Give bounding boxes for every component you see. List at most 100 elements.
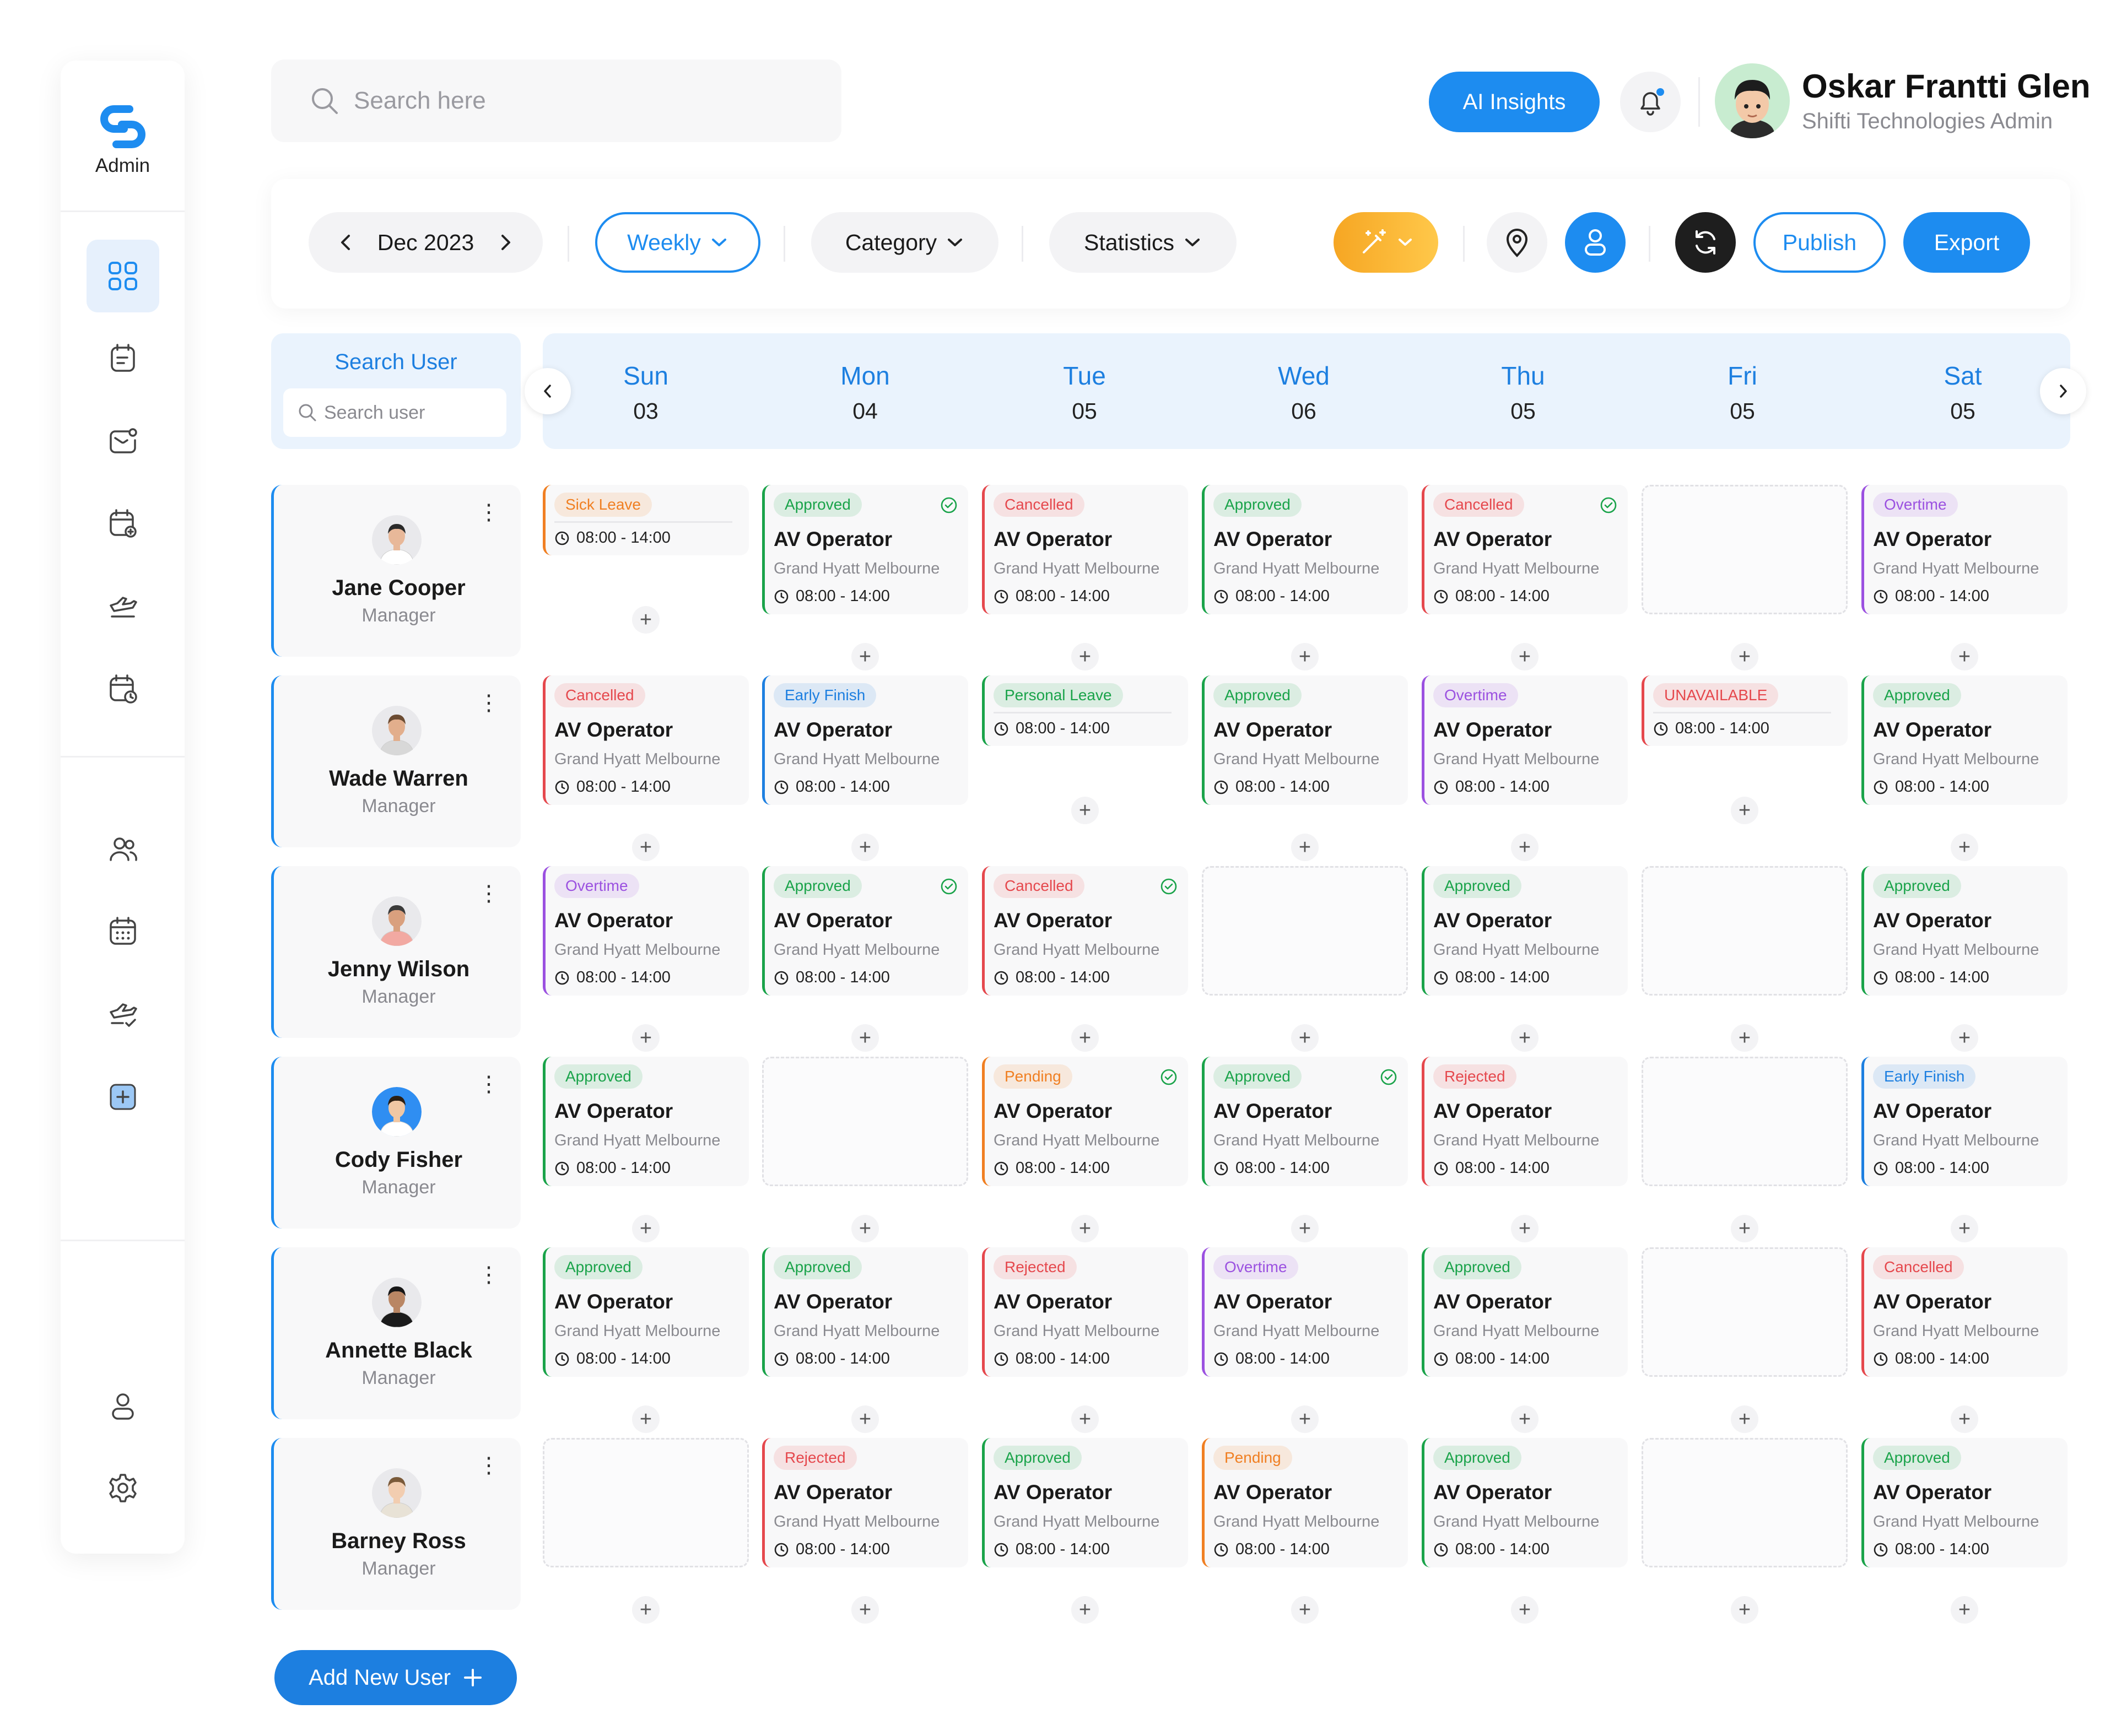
chevron-left-icon[interactable] [339, 232, 352, 252]
add-shift-button[interactable]: + [851, 1024, 879, 1052]
add-shift-button[interactable]: + [1951, 834, 1978, 861]
more-menu-icon[interactable]: ⋮ [478, 883, 500, 905]
day-header[interactable]: Fri 05 [1660, 361, 1825, 424]
sidebar-item-schedule[interactable] [87, 488, 159, 560]
prev-week-button[interactable] [525, 368, 571, 414]
sidebar-item-team[interactable] [87, 813, 159, 885]
user-card[interactable]: Barney Ross Manager ⋮ [271, 1438, 521, 1610]
brand-logo[interactable]: Admin [61, 105, 185, 177]
add-new-user-button[interactable]: Add New User [274, 1650, 517, 1705]
shift-card[interactable]: Overtime AV Operator Grand Hyatt Melbourne… [543, 866, 749, 996]
add-shift-button[interactable]: + [1071, 1405, 1099, 1433]
add-shift-button[interactable]: + [1511, 1405, 1539, 1433]
add-shift-button[interactable]: + [1291, 1405, 1319, 1433]
empty-shift-slot[interactable] [1642, 1057, 1848, 1186]
day-header[interactable]: Tue 05 [1002, 361, 1167, 424]
day-header[interactable]: Sat 05 [1880, 361, 2045, 424]
empty-shift-slot[interactable] [1642, 1247, 1848, 1377]
global-search[interactable]: Search here [271, 60, 841, 142]
add-shift-button[interactable]: + [1511, 643, 1539, 670]
sidebar-item-leave-approved[interactable] [87, 978, 159, 1051]
add-shift-button[interactable]: + [1951, 1024, 1978, 1052]
category-select[interactable]: Category [811, 212, 998, 273]
day-header[interactable]: Thu 05 [1440, 361, 1606, 424]
shift-card[interactable]: Rejected AV Operator Grand Hyatt Melbourne… [982, 1247, 1188, 1377]
sidebar-item-calendar[interactable] [87, 895, 159, 968]
sidebar-item-profile[interactable] [87, 1369, 159, 1442]
add-shift-button[interactable]: + [632, 834, 660, 861]
add-shift-button[interactable]: + [1511, 834, 1539, 861]
add-shift-button[interactable]: + [851, 643, 879, 670]
add-shift-button[interactable]: + [1511, 1596, 1539, 1624]
sidebar-item-messages[interactable] [87, 405, 159, 478]
export-button[interactable]: Export [1903, 212, 2030, 273]
shift-card[interactable]: Cancelled AV Operator Grand Hyatt Melbourn… [1861, 1247, 2068, 1377]
user-card[interactable]: Jane Cooper Manager ⋮ [271, 485, 521, 657]
sidebar-item-timesheet[interactable] [87, 653, 159, 726]
sidebar-item-leave[interactable] [87, 570, 159, 643]
shift-card[interactable]: Approved AV Operator Grand Hyatt Melbourne… [1202, 485, 1408, 614]
empty-shift-slot[interactable] [1642, 1438, 1848, 1567]
shift-card[interactable]: Approved AV Operator Grand Hyatt Melbourne… [543, 1247, 749, 1377]
add-shift-button[interactable]: + [632, 1596, 660, 1624]
shift-card[interactable]: Cancelled AV Operator Grand Hyatt Melbourn… [982, 485, 1188, 614]
month-picker[interactable]: Dec 2023 [309, 212, 543, 273]
shift-card[interactable]: Approved AV Operator Grand Hyatt Melbourne… [762, 485, 968, 614]
shift-card[interactable]: UNAVAILABLE 08:00 - 14:00 [1642, 675, 1848, 746]
add-shift-button[interactable]: + [1731, 1024, 1758, 1052]
shift-card[interactable]: Rejected AV Operator Grand Hyatt Melbourne… [762, 1438, 968, 1567]
empty-shift-slot[interactable] [1642, 485, 1848, 614]
shift-card[interactable]: Approved AV Operator Grand Hyatt Melbourne… [1861, 675, 2068, 805]
shift-card[interactable]: Overtime AV Operator Grand Hyatt Melbourne… [1422, 675, 1628, 805]
view-select[interactable]: Weekly [595, 212, 760, 273]
add-shift-button[interactable]: + [851, 1596, 879, 1624]
add-shift-button[interactable]: + [1291, 1024, 1319, 1052]
user-card[interactable]: Cody Fisher Manager ⋮ [271, 1057, 521, 1229]
add-shift-button[interactable]: + [632, 606, 660, 634]
sidebar-item-notes[interactable] [87, 322, 159, 395]
shift-card[interactable]: Approved AV Operator Grand Hyatt Melbourne… [1202, 675, 1408, 805]
ai-insights-button[interactable]: AI Insights [1429, 72, 1600, 132]
add-shift-button[interactable]: + [851, 1405, 879, 1433]
add-shift-button[interactable]: + [1291, 1596, 1319, 1624]
add-shift-button[interactable]: + [1731, 797, 1758, 824]
add-shift-button[interactable]: + [1951, 1596, 1978, 1624]
day-header[interactable]: Sun 03 [563, 361, 728, 424]
user-card[interactable]: Annette Black Manager ⋮ [271, 1247, 521, 1419]
empty-shift-slot[interactable] [543, 1438, 749, 1567]
shift-card[interactable]: Approved AV Operator Grand Hyatt Melbourne… [982, 1438, 1188, 1567]
add-shift-button[interactable]: + [1731, 643, 1758, 670]
add-shift-button[interactable]: + [1071, 643, 1099, 670]
add-shift-button[interactable]: + [851, 834, 879, 861]
statistics-select[interactable]: Statistics [1049, 212, 1237, 273]
shift-card[interactable]: Cancelled AV Operator Grand Hyatt Melbourn… [1422, 485, 1628, 614]
next-week-button[interactable] [2040, 368, 2086, 414]
shift-card[interactable]: Approved AV Operator Grand Hyatt Melbourne… [762, 1247, 968, 1377]
add-shift-button[interactable]: + [1731, 1405, 1758, 1433]
add-shift-button[interactable]: + [1511, 1215, 1539, 1242]
add-shift-button[interactable]: + [851, 1215, 879, 1242]
empty-shift-slot[interactable] [1202, 866, 1408, 996]
add-shift-button[interactable]: + [632, 1024, 660, 1052]
refresh-button[interactable] [1675, 212, 1736, 273]
more-menu-icon[interactable]: ⋮ [478, 692, 500, 714]
add-shift-button[interactable]: + [1071, 1024, 1099, 1052]
more-menu-icon[interactable]: ⋮ [478, 1454, 500, 1477]
more-menu-icon[interactable]: ⋮ [478, 1264, 500, 1286]
auto-schedule-button[interactable] [1334, 212, 1438, 273]
shift-card[interactable]: Approved AV Operator Grand Hyatt Melbourne… [1422, 866, 1628, 996]
shift-card[interactable]: Approved AV Operator Grand Hyatt Melbourne… [1422, 1247, 1628, 1377]
add-shift-button[interactable]: + [632, 1405, 660, 1433]
location-button[interactable] [1487, 212, 1547, 273]
shift-card[interactable]: Approved AV Operator Grand Hyatt Melbourne… [1422, 1438, 1628, 1567]
sidebar-item-add[interactable] [87, 1061, 159, 1133]
shift-card[interactable]: Cancelled AV Operator Grand Hyatt Melbourn… [543, 675, 749, 805]
add-shift-button[interactable]: + [1291, 834, 1319, 861]
add-shift-button[interactable]: + [1511, 1024, 1539, 1052]
search-user-input[interactable]: Search user [283, 388, 506, 437]
empty-shift-slot[interactable] [1642, 866, 1848, 996]
notifications-button[interactable] [1620, 72, 1681, 132]
add-shift-button[interactable]: + [1951, 1405, 1978, 1433]
day-header[interactable]: Wed 06 [1221, 361, 1386, 424]
user-card[interactable]: Wade Warren Manager ⋮ [271, 675, 521, 847]
